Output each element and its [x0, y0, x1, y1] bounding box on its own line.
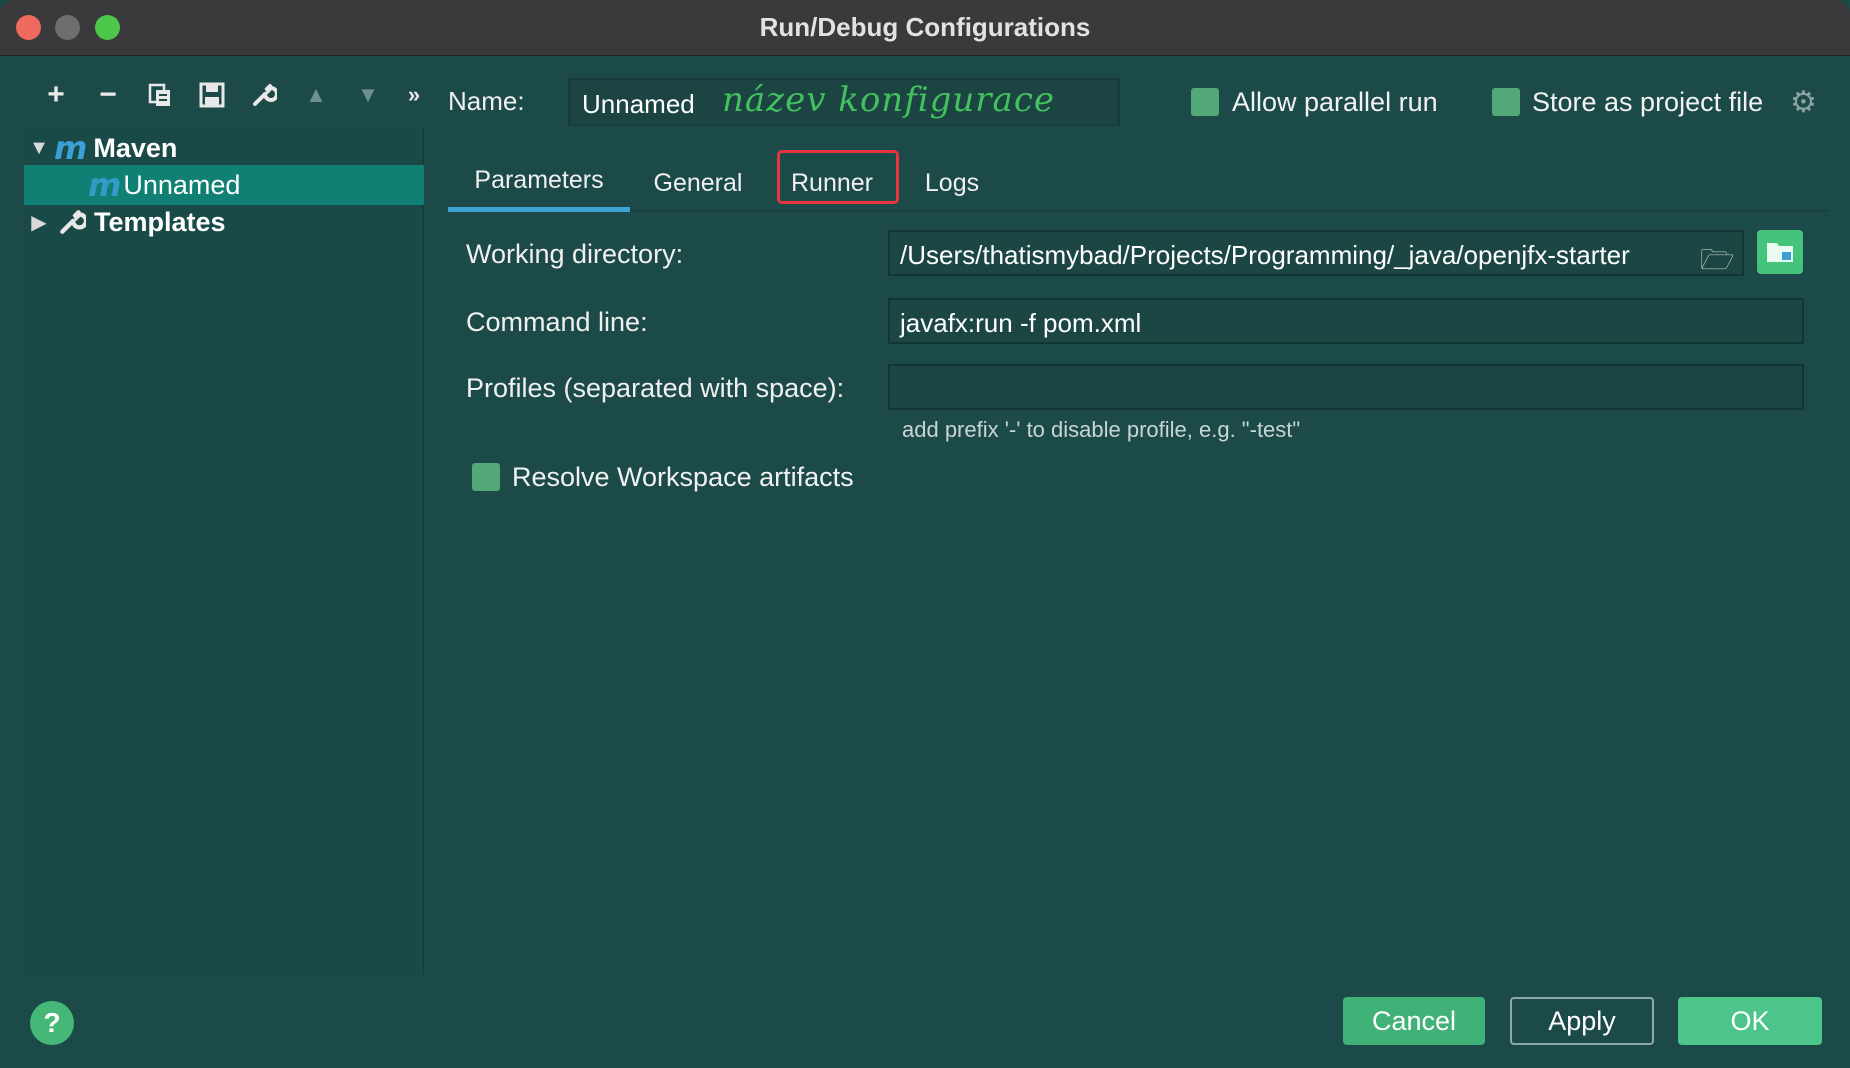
profiles-field[interactable] [888, 364, 1804, 410]
triangle-up-icon: ▲ [305, 82, 327, 107]
maven-icon: m [88, 166, 122, 204]
profiles-hint: add prefix '-' to disable profile, e.g. … [902, 417, 1301, 442]
folder-open-icon[interactable]: 🗁 [1700, 239, 1735, 287]
help-button[interactable]: ? [30, 1001, 74, 1045]
expand-arrow-down-icon[interactable]: ▼ [24, 137, 54, 160]
minus-icon: − [99, 78, 117, 111]
tab-general[interactable]: General [644, 154, 752, 212]
folder-macro-icon [1767, 243, 1793, 262]
plus-icon: + [47, 78, 65, 111]
question-icon: ? [43, 1007, 61, 1038]
tree-item-label: Maven [93, 132, 178, 163]
remove-config-button[interactable]: − [82, 78, 134, 112]
tree-item-maven[interactable]: ▼ m Maven [24, 128, 424, 168]
add-config-button[interactable]: + [30, 78, 82, 112]
name-label: Name: [448, 86, 525, 116]
double-chevron-icon: » [407, 82, 421, 107]
command-line-field[interactable]: javafx:run -f pom.xml [888, 298, 1804, 344]
save-icon [199, 82, 225, 108]
wrench-icon [253, 84, 277, 106]
triangle-down-icon: ▼ [357, 82, 379, 107]
store-project-label: Store as project file [1532, 87, 1764, 117]
working-directory-label: Working directory: [466, 239, 684, 269]
copy-icon [148, 83, 170, 106]
gear-icon[interactable]: ⚙ [1790, 88, 1820, 118]
name-input-value: Unnamed [582, 89, 695, 119]
ok-button[interactable]: OK [1678, 997, 1822, 1045]
tree-item-label: Unnamed [123, 169, 241, 200]
wrench-icon [60, 210, 86, 234]
apply-button[interactable]: Apply [1510, 997, 1654, 1045]
command-line-value: javafx:run -f pom.xml [900, 308, 1142, 338]
tab-parameters[interactable]: Parameters [448, 154, 630, 212]
move-down-button[interactable]: ▼ [342, 78, 394, 112]
profiles-label: Profiles (separated with space): [466, 373, 845, 403]
resolve-workspace-checkbox[interactable] [472, 463, 500, 491]
tree-item-templates[interactable]: ▶ Templates [24, 202, 424, 242]
more-actions-button[interactable]: » [394, 78, 434, 112]
allow-parallel-checkbox[interactable] [1191, 88, 1219, 116]
working-directory-value: /Users/thatismybad/Projects/Programming/… [900, 240, 1630, 270]
handwritten-annotation: název konfigurace [722, 80, 1055, 120]
store-project-checkbox[interactable] [1492, 88, 1520, 116]
maven-icon: m [54, 129, 88, 167]
cancel-button[interactable]: Cancel [1343, 997, 1485, 1045]
command-line-label: Command line: [466, 307, 648, 337]
expand-arrow-right-icon[interactable]: ▶ [24, 210, 54, 235]
runner-tab-highlight [777, 150, 899, 204]
config-tree: ▼ m Maven m Unnamed ▶ Templates [24, 128, 424, 975]
move-up-button[interactable]: ▲ [290, 78, 342, 112]
run-debug-dialog: Run/Debug Configurations + − ▲ ▼ » ▼ m M… [0, 0, 1850, 1068]
copy-config-button[interactable] [134, 78, 186, 112]
edit-templates-button[interactable] [238, 78, 290, 112]
working-directory-field[interactable]: /Users/thatismybad/Projects/Programming/… [888, 230, 1744, 276]
save-config-button[interactable] [186, 78, 238, 112]
resolve-workspace-label: Resolve Workspace artifacts [512, 462, 854, 492]
tree-item-unnamed[interactable]: m Unnamed [24, 165, 424, 205]
config-toolbar: + − ▲ ▼ » [30, 78, 434, 112]
allow-parallel-label: Allow parallel run [1232, 87, 1438, 117]
browse-macros-button[interactable] [1757, 230, 1803, 274]
tab-logs[interactable]: Logs [912, 154, 992, 212]
tree-item-label: Templates [94, 206, 226, 237]
title-bar: Run/Debug Configurations [0, 0, 1850, 56]
window-title: Run/Debug Configurations [759, 12, 1091, 42]
